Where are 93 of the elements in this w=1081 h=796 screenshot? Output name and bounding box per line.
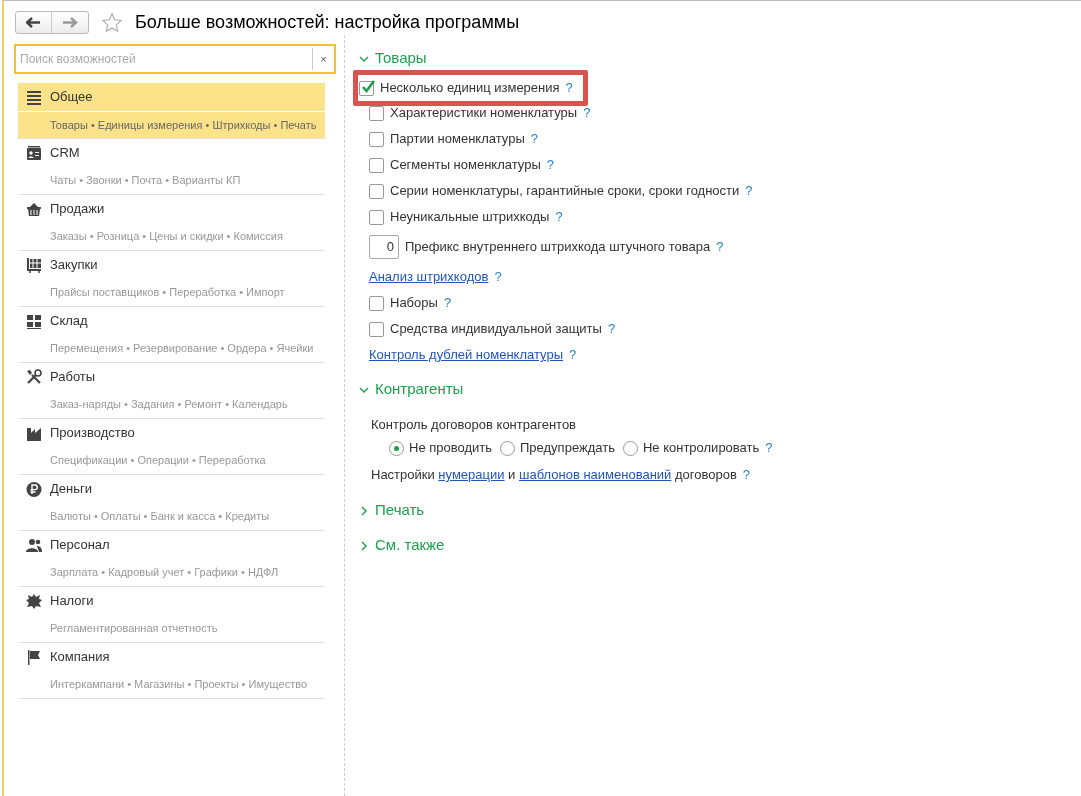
sidebar-item[interactable]: Налоги xyxy=(18,587,325,615)
sidebar-item[interactable]: Деньги xyxy=(18,475,325,503)
checkbox[interactable] xyxy=(369,321,384,337)
back-arrow-icon xyxy=(26,17,41,28)
forward-arrow-icon xyxy=(62,17,78,28)
sidebar-item[interactable]: Склад xyxy=(18,307,325,335)
section-header[interactable]: Контрагенты xyxy=(359,372,1081,407)
sidebar-item-title: Закупки xyxy=(50,256,98,275)
number-field[interactable]: 0 xyxy=(369,235,399,259)
checkbox[interactable] xyxy=(369,131,384,147)
checkbox-label: Неуникальные штрихкоды xyxy=(390,208,550,227)
sidebar-item[interactable]: CRM xyxy=(18,139,325,167)
sidebar-item-title: Компания xyxy=(50,648,110,667)
help-link[interactable]: ? xyxy=(494,267,502,287)
settings-sentence: Настройки нумерации и шаблонов наименований договоров xyxy=(371,466,737,485)
flag-icon xyxy=(26,649,42,665)
sidebar-item-subtitle: Спецификации • Операции • Переработка xyxy=(50,453,266,469)
checkbox-label: Сегменты номенклатуры xyxy=(390,156,541,175)
help-link[interactable]: ? xyxy=(569,345,577,365)
sidebar-item[interactable]: Продажи xyxy=(18,195,325,223)
sidebar-item-title: Персонал xyxy=(50,536,110,555)
help-link[interactable]: ? xyxy=(565,78,573,98)
sidebar-item-title: Производство xyxy=(50,424,135,443)
checkbox[interactable] xyxy=(359,80,374,96)
contact-card-icon xyxy=(26,145,42,161)
link[interactable]: Анализ штрихкодов xyxy=(369,267,489,287)
sidebar-item[interactable]: Общее xyxy=(18,83,325,111)
basket-icon xyxy=(26,201,42,217)
radio-option[interactable]: Не проводить xyxy=(389,438,492,458)
people-icon xyxy=(26,537,42,553)
checkbox-label: Партии номенклатуры xyxy=(390,130,525,149)
sidebar-item[interactable]: Работы xyxy=(18,363,325,391)
sidebar-item-subtitle: Товары • Единицы измерения • Штрихкоды • Печать xyxy=(50,117,317,133)
help-link[interactable]: ? xyxy=(555,207,563,227)
tools-icon xyxy=(26,369,42,385)
search-field[interactable]: Поиск возможностей × xyxy=(14,44,336,74)
section-header[interactable]: См. также xyxy=(359,528,1081,563)
help-link[interactable]: ? xyxy=(607,319,616,339)
radio-option[interactable]: Предупреждать xyxy=(500,438,615,458)
sidebar-item-title: Деньги xyxy=(50,480,92,499)
help-link[interactable]: ? xyxy=(530,129,538,149)
sidebar-item-title: Работы xyxy=(50,368,96,387)
grid-icon xyxy=(26,313,42,329)
sidebar-item-subtitle: Зарплата • Кадровый учет • Графики • НДФЛ xyxy=(50,565,279,581)
checkbox[interactable] xyxy=(369,183,384,199)
star-icon[interactable] xyxy=(101,11,123,34)
factory-icon xyxy=(26,425,42,441)
sidebar-item-title: CRM xyxy=(50,144,80,163)
window-title: Больше возможностей: настройка программы xyxy=(135,11,520,34)
checkbox[interactable] xyxy=(369,295,384,311)
help-link[interactable]: ? xyxy=(742,465,751,485)
field-label: Префикс внутреннего штрихкода штучного товара xyxy=(405,238,711,257)
checkbox-label: Несколько единиц измерения xyxy=(380,79,560,98)
checkbox-label: Характеристики номенклатуры xyxy=(390,104,578,123)
sidebar-item[interactable]: Производство xyxy=(18,419,325,447)
checkbox[interactable] xyxy=(369,157,384,173)
sidebar-item-subtitle: Прайсы поставщиков • Переработка • Импорт xyxy=(50,285,285,301)
help-link[interactable]: ? xyxy=(443,293,452,313)
link[interactable]: Контроль дублей номенклатуры xyxy=(369,345,563,365)
checkbox-label: Серии номенклатуры, гарантийные сроки, сроки годности xyxy=(390,182,740,201)
sidebar-item-subtitle: Перемещения • Резервирование • Ордера • Ячейки xyxy=(50,341,314,357)
sidebar-item-subtitle: Регламентированная отчетность xyxy=(50,621,218,637)
checkbox-label: Средства индивидуальной защиты xyxy=(390,320,602,339)
emblem-icon xyxy=(26,593,42,609)
ruble-icon xyxy=(26,481,42,497)
checkbox-label: Наборы xyxy=(390,294,438,313)
radio-option[interactable]: Не контролировать xyxy=(622,438,760,458)
link[interactable]: шаблонов наименований xyxy=(519,467,672,483)
sidebar-item-subtitle: Заказ-наряды • Задания • Ремонт • Календарь xyxy=(50,397,288,413)
cart-icon xyxy=(26,257,42,273)
sidebar-item-subtitle: Заказы • Розница • Цены и скидки • Комиссия xyxy=(50,229,283,245)
list-icon xyxy=(26,89,42,105)
help-link[interactable]: ? xyxy=(716,237,724,257)
sidebar-item[interactable]: Персонал xyxy=(18,531,325,559)
link[interactable]: нумерации xyxy=(438,467,505,483)
sidebar-item-title: Общее xyxy=(50,88,93,107)
sidebar-item-subtitle: Интеркампани • Магазины • Проекты • Имущество xyxy=(50,677,308,693)
sidebar-item[interactable]: Компания xyxy=(18,643,325,671)
help-link[interactable]: ? xyxy=(745,181,753,201)
sidebar-item-subtitle: Валюты • Оплаты • Банк и касса • Кредиты xyxy=(50,509,270,525)
field-label: Контроль договоров контрагентов xyxy=(371,416,577,435)
help-link[interactable]: ? xyxy=(546,155,554,175)
sidebar-item-subtitle: Чаты • Звонки • Почта • Варианты КП xyxy=(50,173,241,189)
sidebar-item-title: Продажи xyxy=(50,200,105,219)
chevron-icon xyxy=(359,505,369,516)
clear-button[interactable]: × xyxy=(312,48,334,70)
sidebar-item-title: Склад xyxy=(50,312,88,331)
help-link[interactable]: ? xyxy=(765,438,773,458)
chevron-icon xyxy=(359,540,369,551)
help-link[interactable]: ? xyxy=(583,103,591,123)
sidebar-item[interactable]: Закупки xyxy=(18,251,325,279)
checkbox[interactable] xyxy=(369,209,384,225)
sidebar-item-title: Налоги xyxy=(50,592,94,611)
